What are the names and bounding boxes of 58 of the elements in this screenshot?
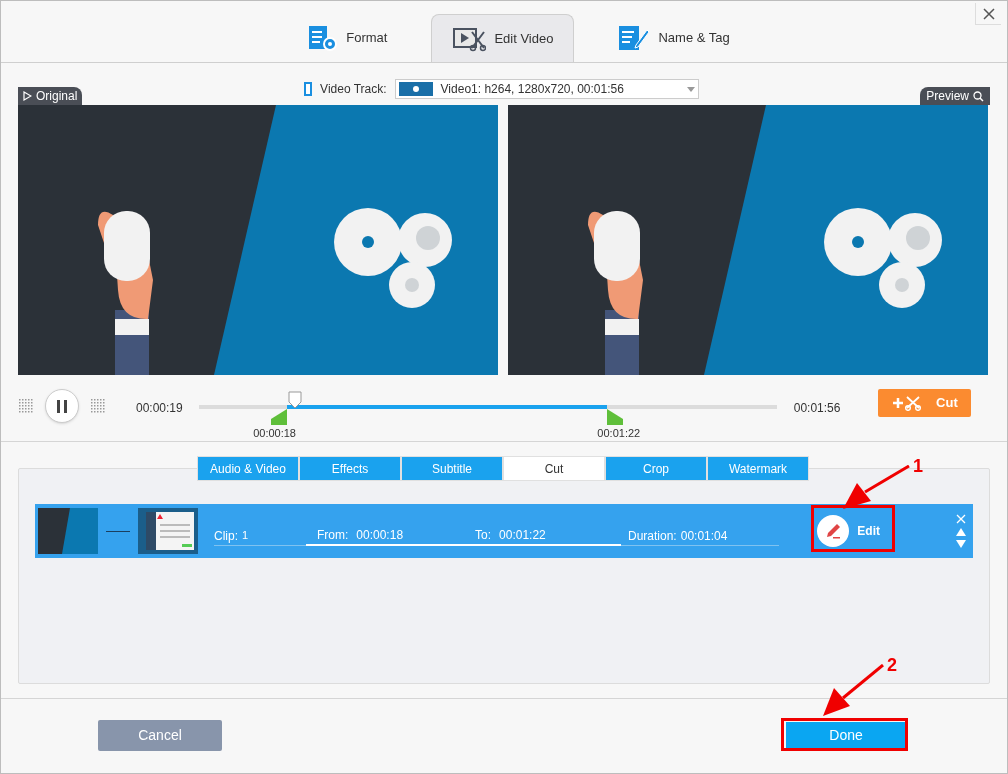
arrow-annotation	[823, 664, 885, 718]
grip-icon	[91, 399, 105, 413]
range-end-handle[interactable]	[606, 409, 623, 425]
to-label: To:	[475, 527, 492, 544]
plus-scissors-icon	[892, 395, 923, 411]
current-time: 00:00:19	[136, 400, 183, 417]
duration-time: 00:01:04	[680, 527, 728, 545]
document-pen-icon	[618, 25, 651, 51]
done-button[interactable]: Done	[786, 721, 906, 749]
top-tab[interactable]: Format	[288, 14, 408, 62]
annotation-number: 2	[887, 654, 897, 677]
edit-tab[interactable]: Effects	[299, 456, 401, 481]
edit-button[interactable]: Edit	[809, 509, 888, 553]
grip-icon	[19, 399, 33, 413]
timeline-track[interactable]	[198, 405, 777, 409]
arrow-annotation	[843, 465, 911, 511]
duration-label: Duration:	[628, 527, 677, 545]
move-down-icon[interactable]	[956, 540, 966, 548]
cancel-button[interactable]: Cancel	[98, 719, 222, 751]
clip-row[interactable]: Clip: 1 From: 00:00:18 To: 00:01:22 Duration: 00:01:04 Edit	[35, 504, 973, 558]
annotation-number: 1	[913, 455, 923, 478]
top-tab[interactable]: Edit Video	[431, 14, 575, 62]
preview-label: Preview	[920, 87, 990, 105]
edit-tab[interactable]: Crop	[605, 456, 707, 481]
top-tab[interactable]: Name & Tag	[598, 14, 750, 62]
playhead-handle[interactable]	[287, 391, 302, 409]
original-label: Original	[18, 87, 83, 105]
close-icon[interactable]	[956, 514, 966, 524]
total-time: 00:01:56	[793, 400, 841, 417]
play-icon	[23, 91, 32, 101]
video-track-value: Video1: h264, 1280x720, 00:01:56	[440, 81, 625, 98]
pause-icon	[57, 399, 67, 413]
pause-button[interactable]	[45, 389, 79, 423]
pencil-icon	[817, 515, 850, 547]
film-strip-icon	[304, 82, 313, 96]
range-start-time: 00:00:18	[253, 426, 296, 441]
edit-tab[interactable]: Watermark	[707, 456, 809, 481]
from-time: 00:00:18	[356, 527, 404, 544]
edit-tab[interactable]: Audio & Video	[197, 456, 299, 481]
range-end-time: 00:01:22	[597, 426, 641, 441]
video-track-dropdown[interactable]: Video1: h264, 1280x720, 00:01:56	[394, 79, 699, 99]
close-button[interactable]	[975, 3, 1001, 25]
film-scissors-icon	[452, 25, 487, 52]
video-track-label: Video Track:	[320, 81, 387, 98]
cut-button[interactable]: Cut	[878, 389, 972, 417]
clip-number: 1	[242, 528, 249, 544]
close-icon	[982, 7, 995, 20]
clip-label: Clip:	[214, 527, 238, 545]
clip-end-thumbnail	[138, 508, 198, 554]
move-up-icon[interactable]	[956, 528, 966, 536]
document-gear-icon	[308, 25, 339, 51]
from-label: From:	[317, 527, 349, 544]
to-time: 00:01:22	[499, 527, 546, 544]
caret-icon	[686, 86, 695, 92]
search-icon	[973, 90, 984, 102]
edit-tab[interactable]: Subtitle	[401, 456, 503, 481]
clip-start-thumbnail	[38, 508, 98, 554]
edit-tab[interactable]: Cut	[503, 456, 605, 481]
